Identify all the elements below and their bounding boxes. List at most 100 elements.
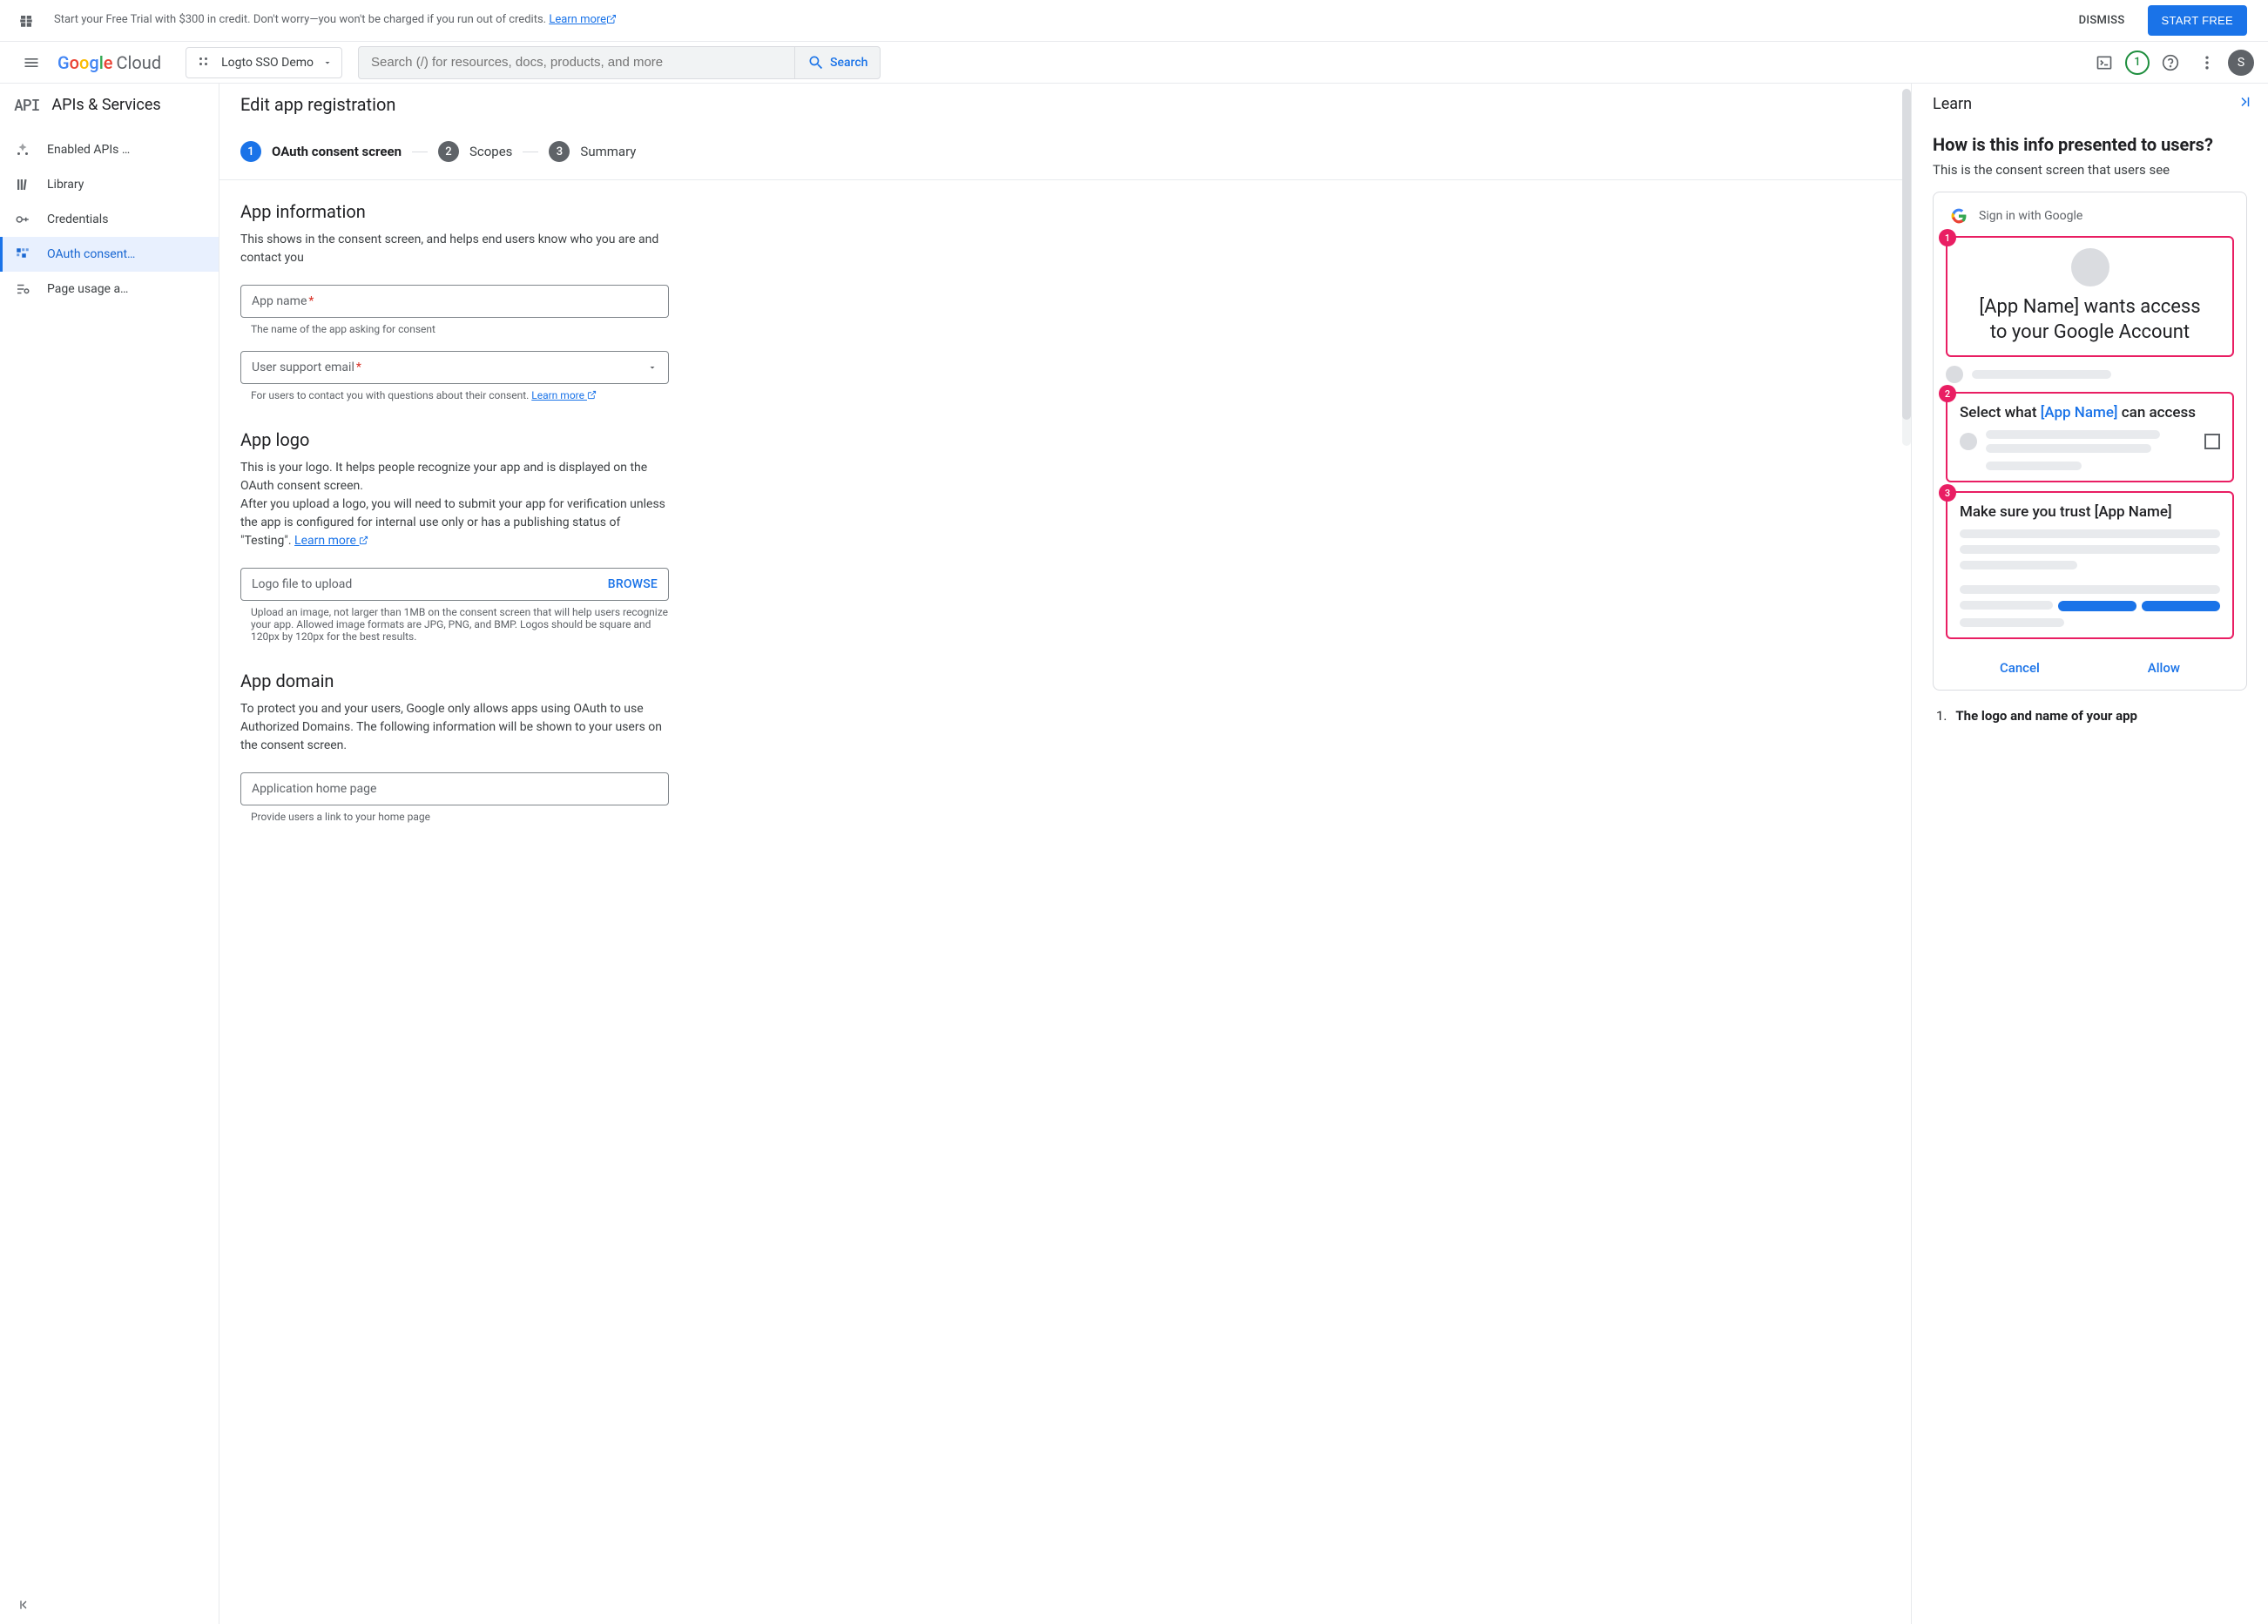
field-helper: Provide users a link to your home page: [240, 811, 669, 823]
terminal-icon: [2096, 54, 2113, 71]
mock-box-3: 3 Make sure you trust [App Name]: [1946, 491, 2234, 639]
field-placeholder: Application home page: [252, 782, 376, 796]
chevron-right-bar-icon: [2237, 94, 2252, 110]
search-input[interactable]: [371, 55, 782, 70]
page-title: Edit app registration: [240, 94, 1890, 115]
search-icon: [807, 54, 825, 71]
consent-screen-mock: Sign in with Google 1 [App Name] wants a…: [1933, 192, 2247, 691]
more-vert-icon: [2198, 54, 2216, 71]
mock-cancel-button: Cancel: [2000, 660, 2040, 676]
header: Google Cloud Logto SSO Demo Search 1 S: [0, 42, 2268, 84]
field-helper: For users to contact you with questions …: [240, 389, 669, 401]
scrollbar-thumb[interactable]: [1902, 89, 1911, 420]
sidebar-item-credentials[interactable]: Credentials: [0, 202, 219, 237]
mock-badge-1: 1: [1939, 229, 1956, 246]
step-scopes[interactable]: 2 Scopes: [438, 141, 512, 162]
promo-text: Start your Free Trial with $300 in credi…: [54, 13, 2070, 28]
section-description: This is your logo. It helps people recog…: [240, 459, 669, 550]
step-number: 3: [549, 141, 570, 162]
learn-heading: How is this info presented to users?: [1933, 134, 2247, 155]
promo-bar: Start your Free Trial with $300 in credi…: [0, 0, 2268, 42]
stepper: 1 OAuth consent screen 2 Scopes 3 Summar…: [219, 125, 1911, 180]
placeholder-bar: [1960, 618, 2064, 627]
more-button[interactable]: [2191, 47, 2223, 78]
sidebar-item-library[interactable]: Library: [0, 167, 219, 202]
mock-signin-header: Sign in with Google: [1946, 205, 2234, 236]
sidebar-item-label: OAuth consent…: [47, 247, 135, 261]
dismiss-button[interactable]: DISMISS: [2070, 7, 2134, 34]
gift-icon: [16, 10, 37, 31]
sidebar-item-label: Page usage a…: [47, 282, 128, 296]
section-app-logo: App logo This is your logo. It helps peo…: [240, 429, 669, 643]
caret-down-icon: [322, 57, 333, 68]
google-g-icon: [1951, 208, 1967, 224]
sidebar-item-label: Library: [47, 178, 84, 192]
field-helper: The name of the app asking for consent: [240, 323, 669, 335]
sidebar-item-oauth-consent[interactable]: OAuth consent…: [0, 237, 219, 272]
step-label: OAuth consent screen: [272, 144, 402, 159]
learn-panel: Learn How is this info presented to user…: [1911, 84, 2268, 1624]
help-button[interactable]: [2155, 47, 2186, 78]
placeholder-bar: [1960, 545, 2220, 554]
step-summary[interactable]: 3 Summary: [549, 141, 636, 162]
google-cloud-logo[interactable]: Google Cloud: [57, 52, 161, 73]
project-picker[interactable]: Logto SSO Demo: [186, 47, 342, 78]
mock-badge-3: 3: [1939, 484, 1956, 502]
step-oauth-consent[interactable]: 1 OAuth consent screen: [240, 141, 402, 162]
section-title: App information: [240, 201, 669, 222]
sidebar-item-label: Enabled APIs …: [47, 143, 130, 157]
project-name: Logto SSO Demo: [221, 56, 314, 70]
mock-box-1: 1 [App Name] wants accessto your Google …: [1946, 236, 2234, 357]
mock-select-title: Select what [App Name] can access: [1960, 404, 2220, 421]
project-icon: [197, 55, 213, 71]
field-placeholder: User support email: [252, 361, 354, 374]
sidebar: API APIs & Services Enabled APIs … Libra…: [0, 84, 219, 1624]
section-description: To protect you and your users, Google on…: [240, 700, 669, 755]
mock-badge-2: 2: [1939, 385, 1956, 402]
step-number: 1: [240, 141, 261, 162]
logo-upload-input[interactable]: Logo file to upload BROWSE: [240, 568, 669, 601]
app-name-input[interactable]: App name*: [240, 285, 669, 318]
placeholder-bar: [1960, 601, 2053, 610]
step-number: 2: [438, 141, 459, 162]
section-description: This shows in the consent screen, and he…: [240, 231, 669, 267]
sidebar-item-page-usage[interactable]: Page usage a…: [0, 272, 219, 307]
learn-panel-title: Learn: [1933, 95, 1972, 113]
search-button[interactable]: Search: [794, 47, 880, 78]
trial-status-badge[interactable]: 1: [2125, 51, 2150, 75]
mock-checkbox-icon: [2204, 434, 2220, 449]
start-free-button[interactable]: START FREE: [2148, 5, 2247, 36]
mock-title: [App Name] wants accessto your Google Ac…: [1960, 295, 2220, 345]
sidebar-item-enabled-apis[interactable]: Enabled APIs …: [0, 132, 219, 167]
mock-trust-title: Make sure you trust [App Name]: [1960, 503, 2220, 521]
learn-collapse-button[interactable]: [2237, 94, 2252, 113]
browse-button[interactable]: BROWSE: [608, 577, 658, 591]
placeholder-pill: [2142, 601, 2220, 611]
mock-allow-button: Allow: [2148, 660, 2180, 676]
sidebar-header: API APIs & Services: [0, 84, 219, 125]
sidebar-item-label: Credentials: [47, 212, 108, 226]
library-icon: [14, 176, 31, 193]
hamburger-icon: [23, 54, 40, 71]
search-button-label: Search: [830, 56, 867, 70]
section-app-information: App information This shows in the consen…: [240, 201, 669, 401]
credentials-icon: [14, 211, 31, 228]
google-logo-text: Google: [57, 52, 113, 73]
support-email-learn-more-link[interactable]: Learn more: [531, 389, 597, 401]
learn-list-item: 1. The logo and name of your app: [1936, 708, 2247, 724]
home-page-input[interactable]: Application home page: [240, 772, 669, 805]
support-email-select[interactable]: User support email*: [240, 351, 669, 384]
placeholder-dot: [1946, 366, 1963, 383]
list-number: 1.: [1936, 708, 1947, 724]
sidebar-collapse-button[interactable]: [17, 1598, 31, 1615]
logo-learn-more-link[interactable]: Learn more: [294, 534, 368, 548]
external-link-icon: [359, 536, 368, 545]
search-bar: Search: [358, 46, 881, 79]
nav-menu-button[interactable]: [14, 45, 49, 80]
promo-learn-more-link[interactable]: Learn more: [549, 13, 617, 26]
account-avatar[interactable]: S: [2228, 50, 2254, 76]
cloud-shell-button[interactable]: [2089, 47, 2120, 78]
main-content: Edit app registration 1 OAuth consent sc…: [219, 84, 1911, 1624]
section-title: App logo: [240, 429, 669, 450]
section-title: App domain: [240, 670, 669, 691]
